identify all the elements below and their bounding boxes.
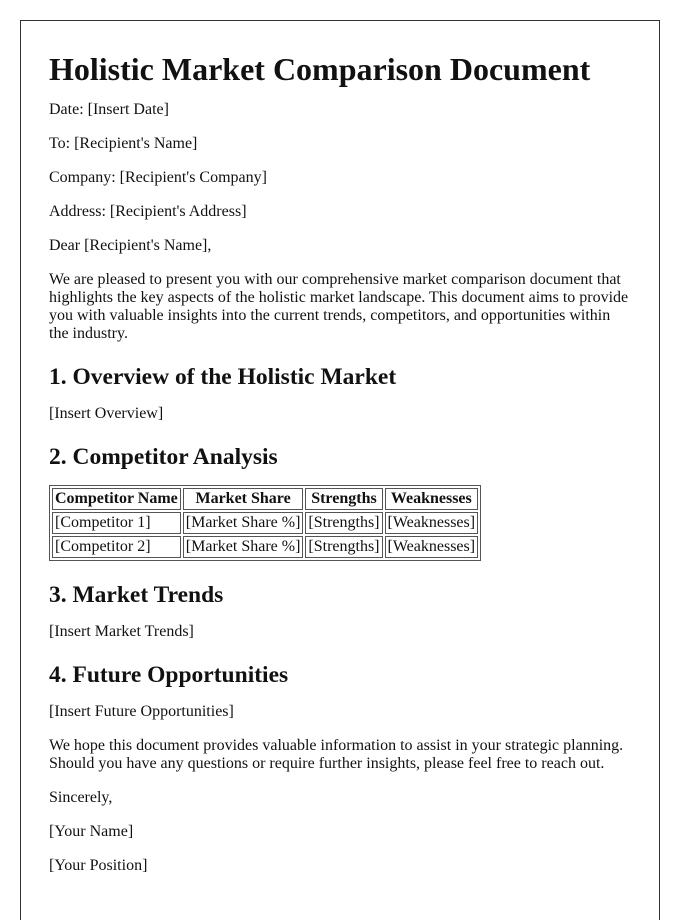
table-header-row: Competitor Name Market Share Strengths W… xyxy=(52,488,479,510)
closing-paragraph: We hope this document provides valuable … xyxy=(49,737,624,772)
table-row: [Competitor 2] [Market Share %] [Strengt… xyxy=(52,536,479,558)
section-heading-overview: 1. Overview of the Holistic Market xyxy=(49,364,397,390)
table-header-cell: Strengths xyxy=(305,488,383,510)
salutation: Dear [Recipient's Name], xyxy=(49,237,212,254)
document-page: Holistic Market Comparison Document Date… xyxy=(20,20,660,920)
section-body-trends: [Insert Market Trends] xyxy=(49,623,194,640)
recipient-line: To: [Recipient's Name] xyxy=(49,135,198,152)
table-header-cell: Weaknesses xyxy=(384,488,479,510)
table-row: [Competitor 1] [Market Share %] [Strengt… xyxy=(52,512,479,534)
date-line: Date: [Insert Date] xyxy=(49,101,169,118)
address-line: Address: [Recipient's Address] xyxy=(49,203,247,220)
competitor-table: Competitor Name Market Share Strengths W… xyxy=(49,485,482,561)
section-heading-trends: 3. Market Trends xyxy=(49,582,224,608)
table-cell: [Weaknesses] xyxy=(384,512,479,534)
document-title: Holistic Market Comparison Document xyxy=(49,51,591,87)
table-cell: [Competitor 1] xyxy=(52,512,181,534)
table-cell: [Market Share %] xyxy=(182,536,304,558)
table-cell: [Strengths] xyxy=(305,536,383,558)
table-header-cell: Market Share xyxy=(182,488,304,510)
table-cell: [Competitor 2] xyxy=(52,536,181,558)
table-cell: [Market Share %] xyxy=(182,512,304,534)
intro-paragraph: We are pleased to present you with our c… xyxy=(49,271,629,342)
section-heading-competitors: 2. Competitor Analysis xyxy=(49,444,278,470)
section-heading-opportunities: 4. Future Opportunities xyxy=(49,662,289,688)
section-body-overview: [Insert Overview] xyxy=(49,405,164,422)
table-cell: [Weaknesses] xyxy=(384,536,479,558)
table-cell: [Strengths] xyxy=(305,512,383,534)
section-body-opportunities: [Insert Future Opportunities] xyxy=(49,703,234,720)
table-header-cell: Competitor Name xyxy=(52,488,181,510)
signature-name: [Your Name] xyxy=(49,823,134,840)
signoff: Sincerely, xyxy=(49,789,113,806)
company-line: Company: [Recipient's Company] xyxy=(49,169,267,186)
signature-position: [Your Position] xyxy=(49,857,148,874)
